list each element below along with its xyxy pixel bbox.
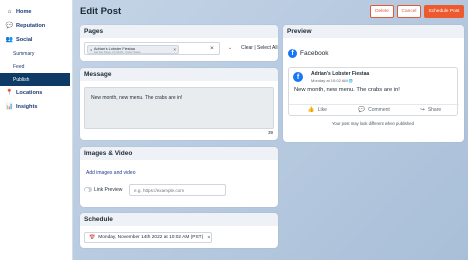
link-url-input[interactable] bbox=[129, 184, 226, 196]
post-author: Adrian's Lobster Fiestaa bbox=[311, 71, 370, 77]
facebook-logo-icon: f bbox=[288, 49, 297, 58]
pages-heading: Pages bbox=[80, 25, 278, 38]
clear-selection-icon[interactable]: × bbox=[210, 45, 214, 52]
post-actions: 👍 Like 💬 Comment ↪ Share bbox=[289, 104, 459, 115]
sidebar-item-social[interactable]: 👥 Social bbox=[0, 33, 72, 46]
chat-bubble-icon: 💬 bbox=[5, 23, 14, 29]
comment-label: Comment bbox=[368, 107, 390, 113]
pages-select[interactable]: ● Adrian's Lobster Fiestaa Eat San Diego… bbox=[84, 42, 220, 55]
sidebar-item-insights[interactable]: 📊 Insights bbox=[0, 100, 72, 113]
sidebar-subitem-label: Feed bbox=[13, 63, 25, 70]
globe-icon: 🌐 bbox=[348, 79, 354, 83]
add-images-video-link[interactable]: Add images and video bbox=[86, 170, 135, 176]
delete-button[interactable]: Delete bbox=[370, 5, 394, 18]
cancel-button[interactable]: Cancel bbox=[397, 5, 421, 18]
page-tag-address: Eat San Diego, CA 92101, United States bbox=[94, 50, 141, 54]
people-icon: 👥 bbox=[5, 37, 14, 43]
schedule-datetime-chip[interactable]: 📅 Monday, November 14th 2022 at 10:02 AM… bbox=[84, 232, 212, 243]
schedule-datetime: Monday, November 14th 2022 at 10:02 AM (… bbox=[98, 235, 204, 240]
sidebar-item-label: Social bbox=[16, 36, 33, 43]
preview-heading: Preview bbox=[283, 25, 464, 38]
share-icon: ↪ bbox=[420, 107, 425, 113]
images-video-heading: Images & Video bbox=[80, 147, 278, 160]
sidebar-item-label: Reputation bbox=[16, 22, 46, 29]
network-row: f Facebook bbox=[288, 49, 329, 58]
calendar-icon: 📅 bbox=[89, 234, 96, 241]
preview-disclaimer: Your post may look different when publis… bbox=[332, 121, 414, 126]
page-title: Edit Post bbox=[80, 6, 122, 17]
sidebar-item-label: Insights bbox=[16, 103, 38, 110]
page-tag[interactable]: ● Adrian's Lobster Fiestaa Eat San Diego… bbox=[87, 44, 179, 54]
thumbs-up-icon: 👍 bbox=[307, 107, 315, 113]
post-preview: f Adrian's Lobster Fiestaa Monday at 10:… bbox=[288, 67, 459, 116]
comment-icon: 💬 bbox=[358, 107, 366, 113]
share-label: Share bbox=[427, 107, 442, 113]
link-preview-toggle[interactable] bbox=[84, 187, 92, 192]
sidebar-subitem-label: Publish bbox=[13, 76, 30, 83]
message-textarea[interactable]: New month, new menu. The crabs are in! bbox=[84, 87, 274, 129]
schedule-post-button[interactable]: Schedule Post bbox=[424, 5, 464, 18]
sidebar-item-label: Home bbox=[16, 8, 32, 15]
message-card: Message New month, new menu. The crabs a… bbox=[80, 68, 278, 140]
pages-card: Pages ● Adrian's Lobster Fiestaa Eat San… bbox=[80, 25, 278, 61]
remove-tag-icon[interactable]: × bbox=[173, 47, 176, 52]
remove-schedule-icon[interactable]: × bbox=[207, 235, 210, 241]
character-count: 39 bbox=[268, 130, 274, 135]
sidebar-item-locations[interactable]: 📍 Locations bbox=[0, 86, 72, 99]
sidebar-subitem-label: Summary bbox=[13, 50, 35, 57]
images-video-card: Images & Video Add images and video Link… bbox=[80, 147, 278, 207]
chevron-down-icon[interactable]: ⌄ bbox=[228, 45, 232, 51]
sidebar-item-home[interactable]: ⌂ Home bbox=[0, 5, 72, 18]
preview-card: Preview f Facebook f Adrian's Lobster Fi… bbox=[283, 25, 464, 142]
sidebar-item-label: Locations bbox=[16, 89, 43, 96]
message-heading: Message bbox=[80, 68, 278, 81]
clear-select-all-links[interactable]: Clear | Select All bbox=[241, 45, 278, 51]
sidebar-item-reputation[interactable]: 💬 Reputation bbox=[0, 19, 72, 32]
post-time: Monday at 10:02 AM 🌐 bbox=[311, 78, 353, 83]
sidebar-subitem-publish[interactable]: Publish bbox=[0, 73, 70, 86]
post-time-text: Monday at 10:02 AM bbox=[311, 78, 348, 83]
comment-action: 💬 Comment bbox=[346, 105, 403, 115]
sidebar-subitem-feed[interactable]: Feed bbox=[0, 60, 72, 73]
page-marker-icon: ● bbox=[90, 48, 93, 52]
schedule-heading: Schedule bbox=[80, 213, 278, 226]
chart-icon: 📊 bbox=[5, 104, 14, 110]
network-name: Facebook bbox=[300, 50, 329, 57]
like-label: Like bbox=[317, 107, 327, 113]
like-action: 👍 Like bbox=[289, 105, 346, 115]
map-pin-icon: 📍 bbox=[5, 90, 14, 96]
sidebar: ⌂ Home 💬 Reputation 👥 Social Summary Fee… bbox=[0, 0, 73, 260]
share-action: ↪ Share bbox=[402, 105, 459, 115]
post-body: New month, new menu. The crabs are in! bbox=[294, 87, 400, 93]
home-icon: ⌂ bbox=[7, 8, 12, 15]
facebook-avatar-icon: f bbox=[293, 72, 303, 82]
link-preview-label: Link Preview bbox=[94, 187, 123, 193]
message-text: New month, new menu. The crabs are in! bbox=[91, 95, 183, 101]
schedule-card: Schedule 📅 Monday, November 14th 2022 at… bbox=[80, 213, 278, 248]
sidebar-subitem-summary[interactable]: Summary bbox=[0, 47, 72, 60]
